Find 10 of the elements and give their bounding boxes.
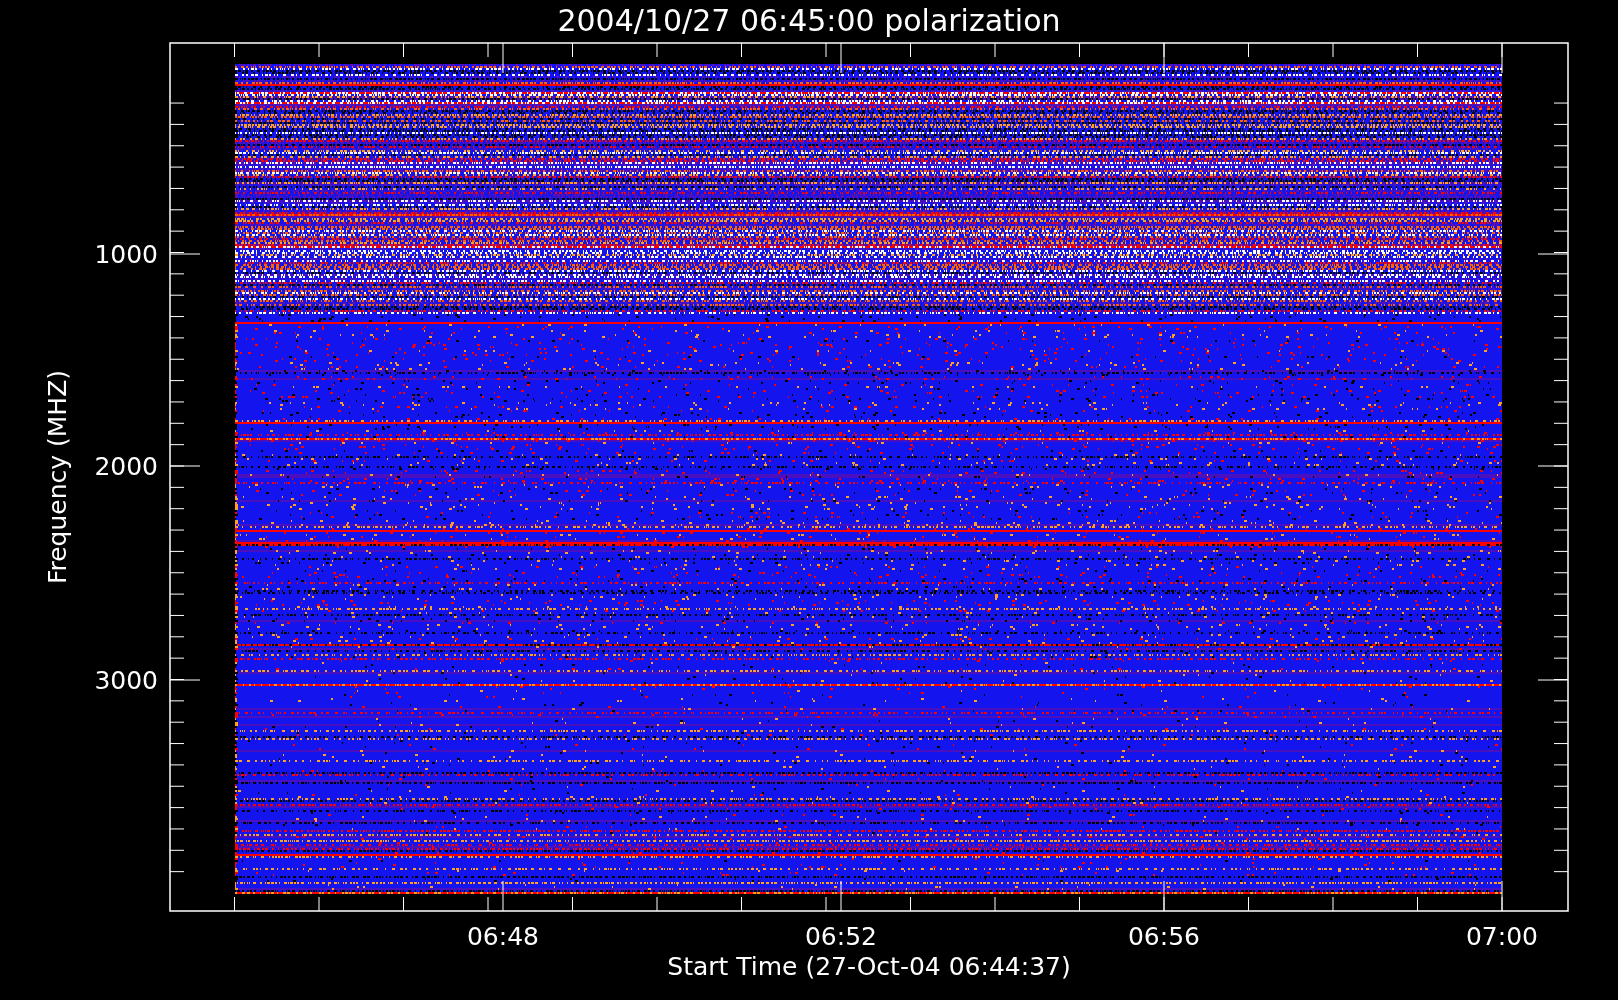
chart-title: 2004/10/27 06:45:00 polarization <box>557 3 1061 38</box>
y-axis-label: Frequency (MHZ) <box>43 369 72 585</box>
y-tick-label: 3000 <box>94 666 158 695</box>
x-tick-label: 06:52 <box>805 922 877 951</box>
y-tick-label: 1000 <box>94 240 158 269</box>
x-tick-label: 07:00 <box>1466 922 1538 951</box>
x-tick-label: 06:48 <box>467 922 539 951</box>
x-tick-label: 06:56 <box>1128 922 1200 951</box>
x-axis-label: Start Time (27-Oct-04 06:44:37) <box>667 952 1071 981</box>
y-tick-label: 2000 <box>94 452 158 481</box>
